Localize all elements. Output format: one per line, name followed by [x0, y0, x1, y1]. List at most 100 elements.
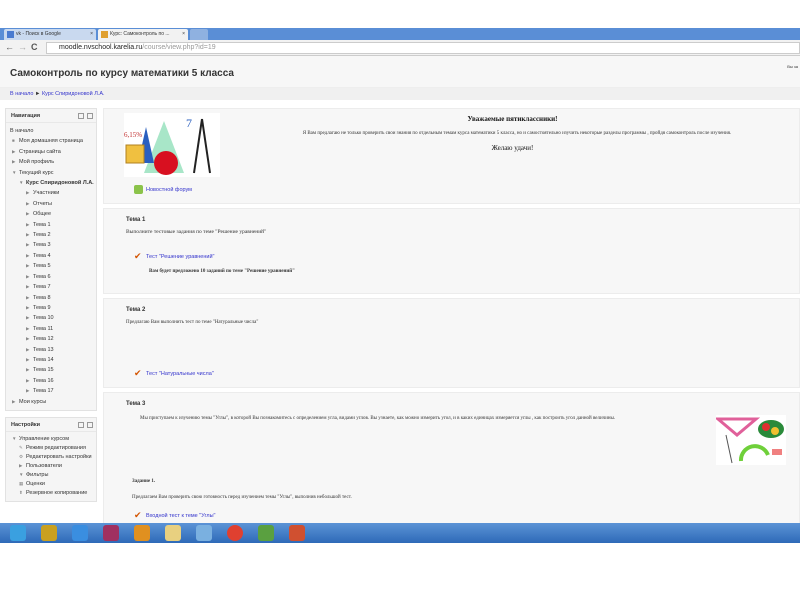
nav-item[interactable]: ▶ Тема 13 — [10, 345, 94, 355]
section-text: Мы приступаем к изучению темы "Углы", в … — [140, 416, 616, 421]
link-label: Тест "Решение уравнений" — [146, 253, 215, 260]
reload-icon[interactable]: C — [31, 42, 38, 52]
nav-item[interactable]: ▶ Тема 15 — [10, 365, 94, 375]
nav-item[interactable]: ▶ Тема 5 — [10, 261, 94, 271]
dock-icon[interactable] — [78, 113, 84, 119]
nav-item[interactable]: ▶ Тема 2 — [10, 230, 94, 240]
tab-google[interactable]: vk - Поиск в Google × — [4, 29, 96, 40]
quiz-link[interactable]: ✔ Тест "Натуральные числа" — [134, 369, 214, 378]
volume-icon[interactable] — [196, 525, 212, 541]
settings-item-label: Оценки — [26, 480, 45, 487]
quiz-link[interactable]: ✔ Тест "Решение уравнений" — [134, 252, 214, 261]
section-text: Выполните тестовые задания по теме "Реше… — [126, 229, 267, 235]
expand-arrow-icon: ▶ — [12, 148, 16, 154]
utorrent-icon[interactable] — [258, 525, 274, 541]
nav-item[interactable]: ▶ Общее — [10, 209, 94, 219]
nav-item[interactable]: ▶ Тема 10 — [10, 313, 94, 323]
nav-item[interactable]: ▼ Текущий курс — [10, 168, 94, 178]
nav-item-label: Тема 11 — [33, 325, 54, 332]
nav-item[interactable]: ▶ Тема 12 — [10, 334, 94, 344]
expand-arrow-icon: ▶ — [26, 388, 30, 394]
expand-arrow-icon: ▶ — [26, 273, 30, 279]
nav-item[interactable]: ▶ Мой профиль — [10, 157, 94, 167]
nav-item-label: Общее — [33, 211, 52, 218]
nav-item-label: Тема 10 — [33, 315, 54, 322]
new-tab-button[interactable] — [190, 29, 208, 40]
mail-icon[interactable] — [134, 525, 150, 541]
powerpoint-icon[interactable] — [289, 525, 305, 541]
tab-course[interactable]: Курс: Самоконтроль по ... × — [98, 29, 188, 40]
settings-item[interactable]: ⬆ Резервное копирование — [10, 489, 94, 497]
nav-item[interactable]: ▶ Тема 7 — [10, 282, 94, 292]
taskbar — [0, 523, 800, 543]
page-title: Самоконтроль по курсу математики 5 класс… — [10, 68, 234, 79]
nav-item[interactable]: ▶ Тема 11 — [10, 324, 94, 334]
nav-item[interactable]: ▶ Участники — [10, 188, 94, 198]
arrow-icon: ▼ — [12, 435, 17, 441]
nav-item[interactable]: ▶ Тема 8 — [10, 293, 94, 303]
breadcrumb-course[interactable]: Курс Спиридоновой Л.А. — [42, 91, 105, 97]
settings-item-label: Управление курсом — [19, 435, 69, 442]
photo-app-icon[interactable] — [103, 525, 119, 541]
quiz-note: Вам будет предложено 10 заданий по теме … — [149, 269, 295, 274]
nav-item[interactable]: ▶ Тема 6 — [10, 272, 94, 282]
collapse-icon[interactable] — [87, 113, 93, 119]
media-player-icon[interactable] — [41, 525, 57, 541]
expand-arrow-icon: ▶ — [26, 336, 30, 342]
news-forum-link[interactable]: Новостной форум — [134, 185, 192, 194]
task-text: Предлагаем Вам проверить свою готовность… — [132, 495, 352, 500]
navigation-block: Навигация В начало ■ Моя домашняя страниц… — [5, 108, 97, 411]
nav-item[interactable]: ▶ Тема 17 — [10, 386, 94, 396]
login-info[interactable]: Вы за — [787, 64, 798, 69]
back-icon[interactable]: ← — [5, 42, 14, 52]
expand-arrow-icon: ▶ — [26, 367, 30, 373]
url-path: /course/view.php?id=19 — [142, 44, 216, 51]
settings-item[interactable]: ▼ Управление курсом — [10, 435, 94, 443]
nav-item-label: Тема 14 — [33, 356, 54, 363]
nav-item[interactable]: ▶ Тема 9 — [10, 303, 94, 313]
link-label: Входной тест к теме "Углы" — [146, 512, 216, 519]
settings-item[interactable]: ⚙ Редактировать настройки — [10, 453, 94, 461]
url-input[interactable]: moodle.nvschool.karelia.ru/course/view.p… — [46, 42, 800, 54]
nav-item-label: Тема 12 — [33, 336, 54, 343]
nav-item[interactable]: ▶ Мои курсы — [10, 397, 94, 407]
close-tab-icon[interactable]: × — [182, 29, 185, 40]
close-tab-icon[interactable]: × — [90, 29, 93, 40]
nav-item[interactable]: ▶ Тема 4 — [10, 251, 94, 261]
settings-item[interactable]: ▦ Оценки — [10, 480, 94, 488]
breadcrumb-home[interactable]: В начало — [10, 91, 33, 97]
file-explorer-icon[interactable] — [165, 525, 181, 541]
expand-arrow-icon: ▶ — [26, 284, 30, 290]
nav-item[interactable]: ▶ Страницы сайта — [10, 147, 94, 157]
expand-arrow-icon: ▼ — [12, 169, 17, 175]
settings-item[interactable]: ▶ Пользователи — [10, 462, 94, 470]
collapse-icon[interactable] — [87, 421, 93, 428]
nav-item[interactable]: ▼ Курс Спиридоновой Л.А. — [10, 178, 94, 188]
angles-illustration-image — [716, 415, 786, 465]
nav-item-label: Текущий курс — [19, 169, 54, 176]
nav-item-label: Страницы сайта — [19, 148, 61, 155]
nav-home[interactable]: В начало — [10, 126, 94, 136]
expand-arrow-icon: ▶ — [26, 200, 30, 206]
quiz-link[interactable]: ✔ Входной тест к теме "Углы" — [134, 511, 215, 520]
internet-explorer-icon[interactable] — [72, 525, 88, 541]
filter-icon: ▼ — [19, 471, 24, 477]
dock-icon[interactable] — [78, 421, 84, 428]
nav-item[interactable]: ▶ Тема 14 — [10, 355, 94, 365]
task-title: Задание 1. — [132, 479, 156, 484]
nav-item[interactable]: ▶ Тема 3 — [10, 240, 94, 250]
section-topic-2: Тема 2 Предлагаю Вам выполнить тест по т… — [103, 298, 800, 388]
forward-icon[interactable]: → — [18, 42, 27, 52]
section-intro: 7 6,15% Уважаемые пятиклассники! Я Вам п… — [103, 108, 800, 204]
nav-item[interactable]: ▶ Тема 16 — [10, 376, 94, 386]
settings-item[interactable]: ▼ Фильтры — [10, 471, 94, 479]
link-label: Тест "Натуральные числа" — [146, 370, 214, 377]
page-header: Самоконтроль по курсу математики 5 класс… — [0, 56, 800, 88]
backup-icon: ⬆ — [19, 489, 23, 495]
nav-item[interactable]: ■ Моя домашняя страница — [10, 136, 94, 146]
settings-item[interactable]: ✎ Режим редактирования — [10, 444, 94, 452]
nav-item[interactable]: ▶ Отчеты — [10, 199, 94, 209]
nav-item[interactable]: ▶ Тема 1 — [10, 220, 94, 230]
chrome-icon[interactable] — [227, 525, 243, 541]
rocket-icon[interactable] — [10, 525, 26, 541]
